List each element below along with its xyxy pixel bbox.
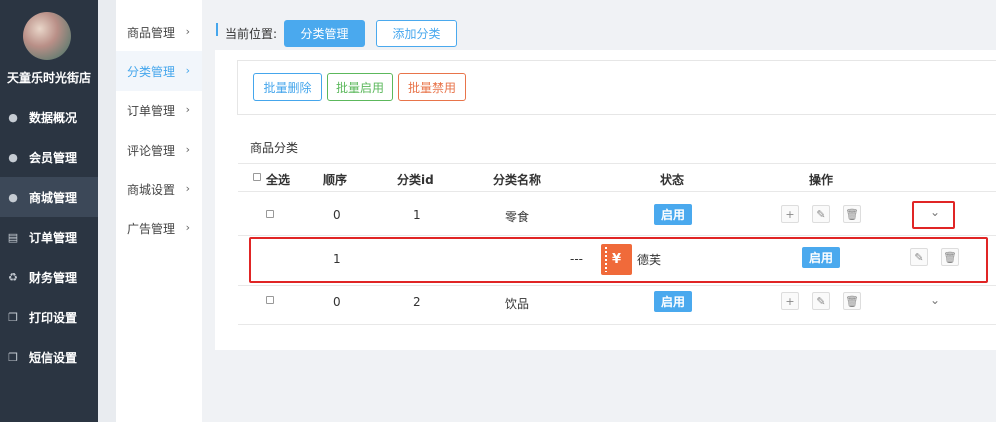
chevron-right-icon: › bbox=[185, 103, 190, 116]
avatar[interactable] bbox=[23, 12, 71, 60]
sidebar-item-print[interactable]: ❐ 打印设置 bbox=[0, 297, 98, 337]
header-actions: 操作 bbox=[809, 173, 834, 187]
divider bbox=[238, 191, 996, 192]
subnav-item-mall-settings[interactable]: 商城设置 › bbox=[116, 169, 202, 209]
header-status: 状态 bbox=[660, 173, 685, 187]
add-icon[interactable]: + bbox=[781, 292, 799, 310]
chevron-down-icon[interactable]: ⌄ bbox=[930, 293, 940, 307]
user-icon: ● bbox=[8, 150, 18, 164]
header-order: 顺序 bbox=[323, 173, 348, 187]
chevron-right-icon: › bbox=[185, 64, 190, 77]
shop-name: 天童乐时光街店 bbox=[6, 71, 91, 85]
chevron-right-icon: › bbox=[185, 143, 190, 156]
sidebar-item-dashboard[interactable]: ● 数据概况 bbox=[0, 97, 98, 137]
row-order: 1 bbox=[333, 252, 341, 266]
sidebar-item-finance[interactable]: ♻ 财务管理 bbox=[0, 257, 98, 297]
subnav-item-label: 广告管理 bbox=[127, 221, 176, 236]
row-id: 2 bbox=[413, 295, 421, 309]
bulk-disable-button[interactable]: 批量禁用 bbox=[398, 73, 466, 101]
edit-icon[interactable]: ✎ bbox=[910, 248, 928, 266]
divider bbox=[238, 324, 996, 325]
row-name: 饮品 bbox=[505, 297, 530, 311]
row-order: 0 bbox=[333, 295, 341, 309]
copy-icon: ❐ bbox=[8, 350, 18, 364]
subnav-item-reviews[interactable]: 评论管理 › bbox=[116, 130, 202, 170]
add-category-button[interactable]: 添加分类 bbox=[376, 20, 457, 47]
subnav-item-label: 订单管理 bbox=[127, 103, 176, 118]
bulk-enable-button[interactable]: 批量启用 bbox=[327, 73, 393, 101]
user-icon: ● bbox=[8, 110, 18, 124]
sidebar-item-sms[interactable]: ❐ 短信设置 bbox=[0, 337, 98, 377]
sidebar-item-label: 短信设置 bbox=[29, 350, 78, 365]
bulk-toolbar: 批量删除 批量启用 批量禁用 bbox=[237, 60, 996, 115]
subnav-item-products[interactable]: 商品管理 › bbox=[116, 12, 202, 52]
subnav-item-label: 商品管理 bbox=[127, 25, 176, 40]
row-id: 1 bbox=[413, 208, 421, 222]
table-title: 商品分类 bbox=[250, 141, 299, 155]
divider bbox=[238, 235, 996, 236]
subnav-item-categories[interactable]: 分类管理 › bbox=[116, 51, 202, 91]
select-all-checkbox[interactable] bbox=[253, 173, 261, 181]
sidebar-item-orders[interactable]: ▤ 订单管理 bbox=[0, 217, 98, 257]
chevron-right-icon: › bbox=[185, 182, 190, 195]
subnav-item-orders[interactable]: 订单管理 › bbox=[116, 90, 202, 130]
category-manage-button[interactable]: 分类管理 bbox=[284, 20, 365, 47]
category-thumbnail: ¥ bbox=[601, 244, 632, 275]
document-icon: ▤ bbox=[7, 230, 19, 244]
header-name: 分类名称 bbox=[493, 173, 542, 187]
status-badge[interactable]: 启用 bbox=[802, 247, 840, 268]
sidebar: 天童乐时光街店 ● 数据概况 ● 会员管理 ● 商城管理 ▤ 订单管理 ♻ 财务… bbox=[0, 0, 98, 422]
content-panel: 批量删除 批量启用 批量禁用 商品分类 全选 顺序 分类id 分类名称 状态 操… bbox=[215, 50, 996, 350]
delete-icon[interactable]: 🗑 bbox=[843, 292, 861, 310]
add-icon[interactable]: + bbox=[781, 205, 799, 223]
divider bbox=[238, 163, 996, 164]
divider bbox=[238, 285, 996, 286]
breadcrumb-label: 当前位置: bbox=[225, 27, 278, 41]
secondary-nav: 商品管理 › 分类管理 › 订单管理 › 评论管理 › 商城设置 › 广告管理 … bbox=[116, 0, 202, 422]
row-checkbox[interactable] bbox=[266, 210, 274, 218]
copy-icon: ❐ bbox=[8, 310, 18, 324]
subnav-item-label: 评论管理 bbox=[127, 143, 176, 158]
delete-icon[interactable]: 🗑 bbox=[941, 248, 959, 266]
chevron-down-icon[interactable]: ⌄ bbox=[930, 205, 940, 219]
row-order: 0 bbox=[333, 208, 341, 222]
edit-icon[interactable]: ✎ bbox=[812, 205, 830, 223]
row-name: 零食 bbox=[505, 210, 530, 224]
subnav-gutter bbox=[98, 0, 116, 422]
sidebar-item-label: 数据概况 bbox=[29, 110, 78, 125]
sidebar-item-mall[interactable]: ● 商城管理 bbox=[0, 177, 98, 217]
sidebar-item-label: 财务管理 bbox=[29, 270, 78, 285]
row-name: 德芙 bbox=[637, 253, 662, 267]
bulk-delete-button[interactable]: 批量删除 bbox=[253, 73, 322, 101]
user-icon: ● bbox=[8, 190, 18, 204]
sidebar-item-label: 订单管理 bbox=[29, 230, 78, 245]
sidebar-item-members[interactable]: ● 会员管理 bbox=[0, 137, 98, 177]
row-checkbox[interactable] bbox=[266, 296, 274, 304]
status-badge[interactable]: 启用 bbox=[654, 204, 692, 225]
main-content: 当前位置: 分类管理 添加分类 批量删除 批量启用 批量禁用 商品分类 全选 顺… bbox=[202, 0, 996, 422]
edit-icon[interactable]: ✎ bbox=[812, 292, 830, 310]
chevron-right-icon: › bbox=[185, 25, 190, 38]
delete-icon[interactable]: 🗑 bbox=[843, 205, 861, 223]
status-badge[interactable]: 启用 bbox=[654, 291, 692, 312]
sidebar-item-label: 会员管理 bbox=[29, 150, 78, 165]
subnav-item-ads[interactable]: 广告管理 › bbox=[116, 208, 202, 248]
header-select-all: 全选 bbox=[266, 173, 291, 187]
subnav-item-label: 商城设置 bbox=[127, 182, 176, 197]
breadcrumb-marker bbox=[216, 23, 218, 36]
chevron-right-icon: › bbox=[185, 221, 190, 234]
header-id: 分类id bbox=[397, 173, 434, 187]
sidebar-item-label: 商城管理 bbox=[29, 190, 78, 205]
recycle-icon: ♻ bbox=[8, 270, 18, 284]
row-prefix: --- bbox=[570, 252, 583, 266]
sidebar-item-label: 打印设置 bbox=[29, 310, 78, 325]
subnav-item-label: 分类管理 bbox=[127, 64, 176, 79]
